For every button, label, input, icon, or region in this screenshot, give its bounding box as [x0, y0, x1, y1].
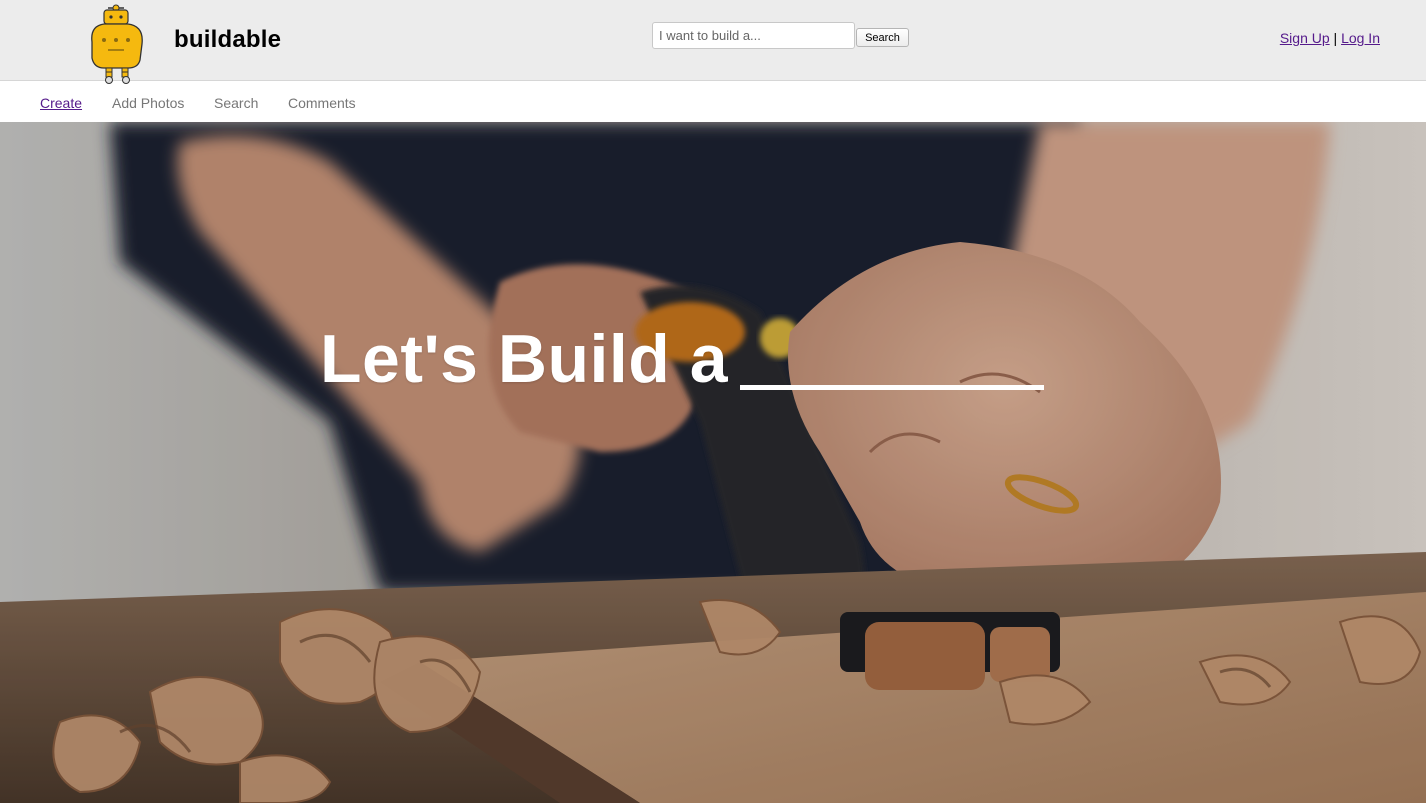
- nav-item-create[interactable]: Create: [40, 95, 82, 111]
- brand-name[interactable]: buildable: [174, 26, 281, 54]
- nav-item-search[interactable]: Search: [214, 95, 258, 111]
- nav-item-add-photos[interactable]: Add Photos: [112, 95, 184, 111]
- auth-links: Sign Up | Log In: [1280, 30, 1380, 46]
- woodworking-hand-plane-photo: [0, 122, 1426, 803]
- main-nav: Create Add Photos Search Comments: [0, 81, 1426, 122]
- headline-blank-underline: [740, 385, 1044, 390]
- top-header: buildable Search Sign Up | Log In: [0, 0, 1426, 84]
- search-input[interactable]: [652, 22, 855, 49]
- login-link[interactable]: Log In: [1341, 30, 1380, 46]
- nav-item-comments[interactable]: Comments: [288, 95, 356, 111]
- hero-headline: Let's Build a: [320, 321, 729, 397]
- search-button[interactable]: Search: [856, 28, 909, 47]
- signup-link[interactable]: Sign Up: [1280, 30, 1330, 46]
- auth-separator: |: [1333, 30, 1338, 46]
- robot-mascot-icon[interactable]: [82, 2, 150, 84]
- hero-banner: Let's Build a: [0, 122, 1426, 803]
